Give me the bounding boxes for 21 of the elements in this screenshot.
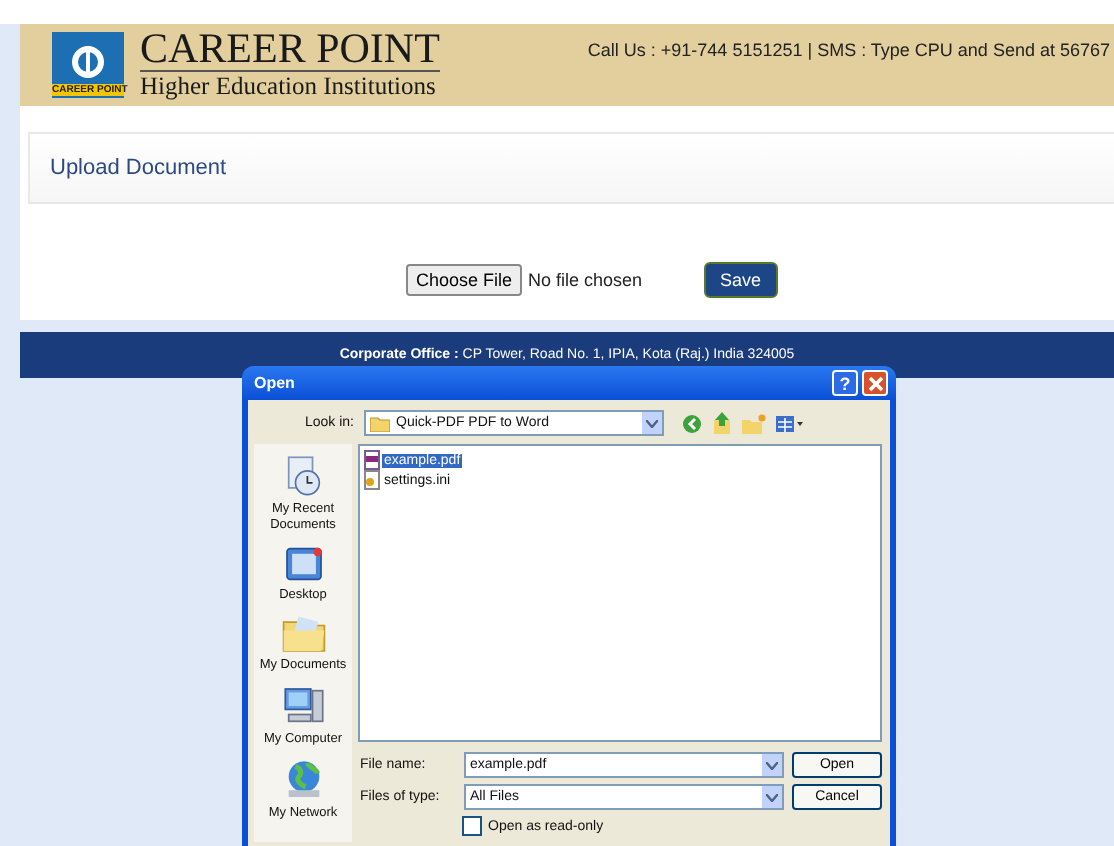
settings-file-icon [364, 470, 380, 490]
view-menu-icon[interactable] [776, 413, 804, 433]
folder-icon [370, 415, 390, 431]
computer-icon [280, 685, 326, 727]
close-button[interactable] [862, 370, 888, 396]
folder-icon [280, 615, 326, 653]
choose-file-button[interactable]: Choose File [406, 264, 523, 296]
dialog-title: Open [254, 374, 295, 392]
up-folder-icon[interactable] [712, 412, 732, 434]
help-button[interactable]: ? [832, 370, 858, 396]
back-icon[interactable] [682, 413, 702, 433]
file-status: No file chosen [528, 270, 645, 290]
brand-subtitle: Higher Education Institutions [140, 72, 438, 102]
save-button[interactable]: Save [704, 262, 778, 298]
brand-name: CAREER POINT [140, 28, 440, 72]
desktop-icon [282, 545, 324, 583]
contact-info: Call Us : +91-744 5151251 | SMS : Type CPU and Send at 56767 [587, 40, 1110, 60]
pdf-file-icon [364, 450, 380, 470]
read-only-checkbox[interactable] [462, 816, 482, 836]
clock-document-icon [282, 455, 324, 497]
panel-title: Upload Document [50, 156, 227, 180]
